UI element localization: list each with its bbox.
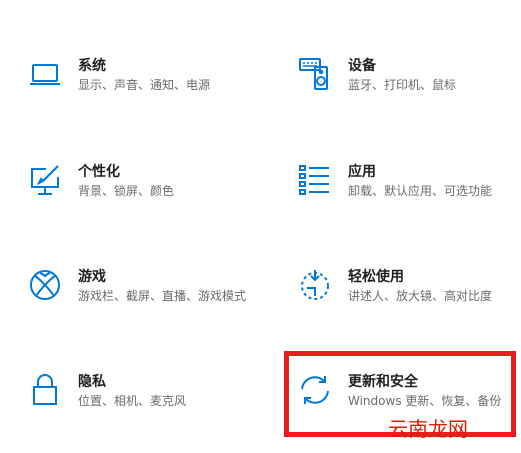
laptop-icon	[28, 57, 62, 91]
tile-title: 个性化	[78, 164, 120, 180]
tile-title: 轻松使用	[348, 269, 404, 285]
settings-tile-personalization[interactable]: 个性化 背景、锁屏、颜色	[28, 163, 258, 223]
tile-title: 游戏	[78, 269, 106, 285]
tile-title: 应用	[348, 164, 376, 180]
app-list-icon	[298, 163, 332, 197]
settings-tile-gaming[interactable]: 游戏 游戏栏、截屏、直播、游戏模式	[28, 268, 258, 328]
xbox-icon	[28, 268, 62, 302]
tile-description: 游戏栏、截屏、直播、游戏模式	[78, 289, 247, 303]
tile-title: 隐私	[78, 374, 106, 390]
settings-tile-system[interactable]: 系统 显示、声音、通知、电源	[28, 57, 258, 117]
tile-description: 显示、声音、通知、电源	[78, 78, 211, 92]
settings-tile-privacy[interactable]: 隐私 位置、相机、麦克风	[28, 373, 258, 433]
tile-title: 设备	[348, 58, 376, 74]
settings-tile-ease-of-access[interactable]: 轻松使用 讲述人、放大镜、高对比度	[298, 268, 521, 328]
tile-title: 系统	[78, 58, 106, 74]
tile-description: 卸载、默认应用、可选功能	[348, 184, 493, 198]
watermark: 云南龙网	[388, 417, 468, 441]
tile-description: 背景、锁屏、颜色	[78, 184, 175, 198]
tile-description: 讲述人、放大镜、高对比度	[348, 289, 493, 303]
tile-description: 蓝牙、打印机、鼠标	[348, 78, 457, 92]
keyboard-speaker-icon	[298, 57, 332, 91]
ease-of-access-icon	[298, 268, 332, 302]
settings-tile-devices[interactable]: 设备 蓝牙、打印机、鼠标	[298, 57, 521, 117]
paint-monitor-icon	[28, 163, 62, 197]
lock-icon	[28, 373, 62, 407]
settings-tile-apps[interactable]: 应用 卸载、默认应用、可选功能	[298, 163, 521, 223]
tile-description: 位置、相机、麦克风	[78, 394, 187, 408]
